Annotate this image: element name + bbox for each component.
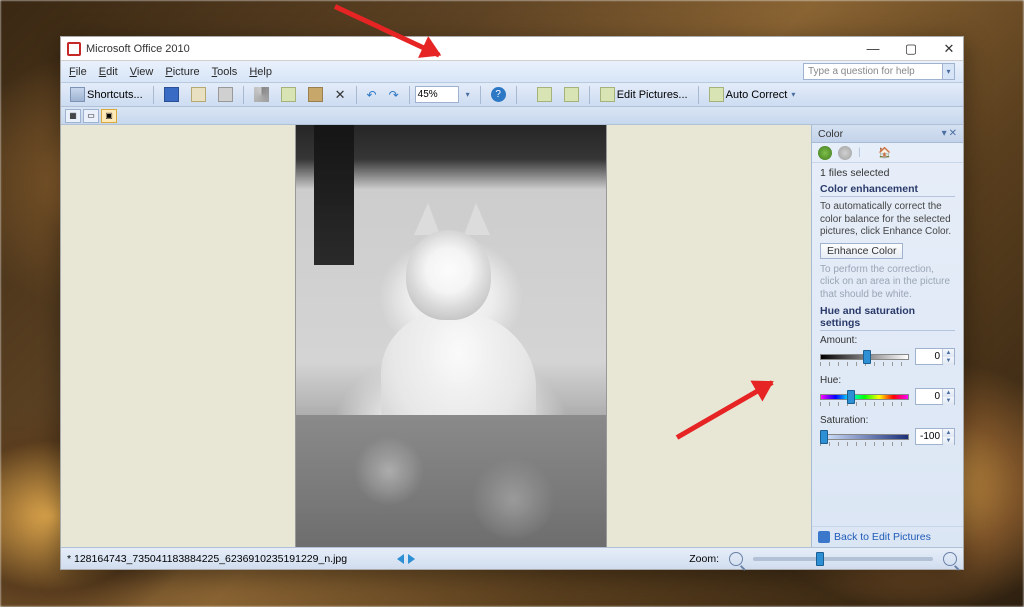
edit-pictures-button[interactable]: Edit Pictures... bbox=[595, 85, 693, 104]
panel-title: Color bbox=[818, 128, 843, 140]
menu-bar: FFileile Edit View Picture Tools Help Ty… bbox=[61, 61, 963, 83]
zoom-dropdown-icon[interactable]: ▾ bbox=[461, 88, 475, 101]
rotate-right-icon[interactable] bbox=[559, 85, 584, 104]
hue-label: Hue: bbox=[820, 375, 955, 386]
thumbnail-view-icon[interactable]: ▦ bbox=[65, 109, 81, 123]
next-picture-icon[interactable] bbox=[408, 554, 415, 564]
filmstrip-view-icon[interactable]: ▭ bbox=[83, 109, 99, 123]
status-filename: * 128164743_735041183884225_623691023519… bbox=[67, 553, 347, 565]
prev-picture-icon[interactable] bbox=[397, 554, 404, 564]
status-bar: * 128164743_735041183884225_623691023519… bbox=[61, 547, 963, 569]
help-icon[interactable]: ? bbox=[486, 85, 511, 104]
zoom-combo[interactable]: 45% bbox=[415, 86, 459, 103]
cut-icon[interactable] bbox=[249, 85, 274, 104]
single-view-icon[interactable]: ▣ bbox=[101, 109, 117, 123]
mail-icon[interactable] bbox=[186, 85, 211, 104]
hue-spin-up[interactable]: ▲ bbox=[943, 389, 954, 397]
undo-icon[interactable]: ↶ bbox=[362, 86, 382, 104]
files-selected-label: 1 files selected bbox=[820, 167, 955, 179]
copy-icon[interactable] bbox=[276, 85, 301, 104]
rotate-left-icon[interactable] bbox=[532, 85, 557, 104]
color-task-pane: Color ▾ ✕ | 🏠 1 files selected Color enh… bbox=[811, 125, 963, 547]
enhance-hint-text: To automatically correct the color balan… bbox=[820, 201, 955, 239]
enhance-color-button[interactable]: Enhance Color bbox=[820, 243, 903, 259]
menu-file[interactable]: FFileile bbox=[69, 66, 87, 78]
amount-input[interactable] bbox=[916, 349, 942, 364]
saturation-spin-up[interactable]: ▲ bbox=[943, 429, 954, 437]
close-button[interactable]: ✕ bbox=[939, 41, 959, 57]
print-icon[interactable] bbox=[213, 85, 238, 104]
amount-spin-up[interactable]: ▲ bbox=[943, 349, 954, 357]
menu-picture[interactable]: Picture bbox=[165, 66, 199, 78]
panel-nav: | 🏠 bbox=[812, 143, 963, 163]
title-bar[interactable]: Microsoft Office 2010 — ▢ ✕ bbox=[61, 37, 963, 61]
saturation-label: Saturation: bbox=[820, 415, 955, 426]
amount-slider[interactable] bbox=[820, 352, 909, 362]
paste-icon[interactable] bbox=[303, 85, 328, 104]
minimize-button[interactable]: — bbox=[863, 41, 883, 56]
whitepoint-hint-text: To perform the correction, click on an a… bbox=[820, 264, 955, 302]
menu-edit[interactable]: Edit bbox=[99, 66, 118, 78]
view-strip: ▦ ▭ ▣ bbox=[61, 107, 963, 125]
picture-canvas[interactable] bbox=[61, 125, 811, 547]
delete-icon[interactable]: ✕ bbox=[330, 85, 351, 105]
back-to-edit-pictures-link[interactable]: Back to Edit Pictures bbox=[812, 526, 963, 547]
save-icon[interactable] bbox=[159, 85, 184, 104]
app-window: Microsoft Office 2010 — ▢ ✕ FFileile Edi… bbox=[60, 36, 964, 570]
maximize-button[interactable]: ▢ bbox=[901, 41, 921, 57]
panel-close-icon[interactable]: ✕ bbox=[949, 128, 957, 139]
hue-spin-down[interactable]: ▼ bbox=[943, 397, 954, 405]
toolbar: Shortcuts... ✕ ↶ ↷ 45% ▾ ? Edit Pictures… bbox=[61, 83, 963, 107]
saturation-spin-down[interactable]: ▼ bbox=[943, 437, 954, 445]
menu-view[interactable]: View bbox=[130, 66, 154, 78]
app-icon bbox=[67, 42, 81, 56]
picture-preview[interactable] bbox=[296, 125, 606, 547]
saturation-input[interactable] bbox=[916, 429, 942, 444]
amount-label: Amount: bbox=[820, 335, 955, 346]
menu-help[interactable]: Help bbox=[249, 66, 272, 78]
help-search-input[interactable]: Type a question for help bbox=[803, 63, 943, 80]
menu-tools[interactable]: Tools bbox=[212, 66, 238, 78]
window-title: Microsoft Office 2010 bbox=[86, 43, 190, 55]
shortcuts-button[interactable]: Shortcuts... bbox=[65, 85, 148, 104]
zoom-slider[interactable] bbox=[753, 557, 933, 561]
nav-forward-icon[interactable] bbox=[838, 146, 852, 160]
amount-spin-down[interactable]: ▼ bbox=[943, 357, 954, 365]
zoom-in-icon[interactable] bbox=[943, 552, 957, 566]
panel-menu-icon[interactable]: ▾ bbox=[942, 128, 947, 139]
zoom-label: Zoom: bbox=[689, 553, 719, 565]
hue-slider[interactable] bbox=[820, 392, 909, 402]
nav-back-icon[interactable] bbox=[818, 146, 832, 160]
back-icon bbox=[818, 531, 830, 543]
hue-input[interactable] bbox=[916, 389, 942, 404]
saturation-slider[interactable] bbox=[820, 432, 909, 442]
help-search-dropdown[interactable]: ▾ bbox=[943, 63, 955, 80]
nav-home-icon[interactable]: 🏠 bbox=[878, 146, 892, 160]
zoom-out-icon[interactable] bbox=[729, 552, 743, 566]
auto-correct-button[interactable]: Auto Correct▾ bbox=[704, 85, 801, 104]
hue-saturation-header: Hue and saturation settings bbox=[820, 305, 955, 331]
color-enhancement-header: Color enhancement bbox=[820, 183, 955, 197]
redo-icon[interactable]: ↷ bbox=[384, 86, 404, 104]
